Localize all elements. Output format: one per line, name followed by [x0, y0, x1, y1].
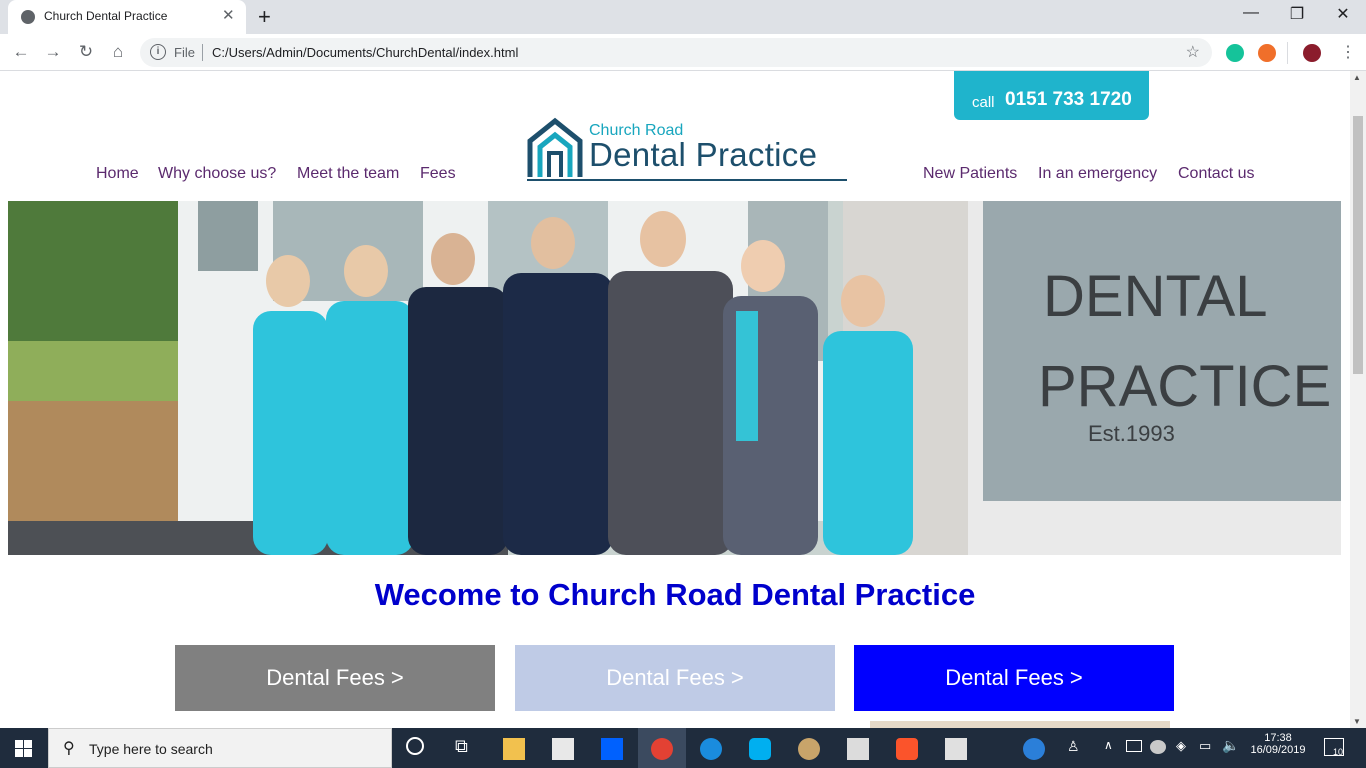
notifications-icon[interactable]: 10 — [1324, 738, 1344, 757]
tray-chevron-icon[interactable]: ∧ — [1104, 738, 1113, 752]
globe-icon — [21, 10, 35, 24]
home-icon[interactable]: ⌂ — [107, 42, 129, 62]
toolbar-divider — [1287, 42, 1288, 64]
file-explorer-icon[interactable] — [503, 738, 525, 760]
info-icon[interactable]: i — [150, 44, 166, 60]
back-icon[interactable]: ← — [10, 42, 32, 62]
reload-icon[interactable]: ↻ — [75, 42, 97, 62]
call-banner[interactable]: call 0151 733 1720 — [954, 71, 1149, 120]
dental-fees-button-grey[interactable]: Dental Fees > — [175, 645, 495, 711]
search-placeholder: Type here to search — [89, 741, 213, 757]
task-view-icon[interactable]: ⧉ — [455, 736, 468, 757]
photos-icon[interactable] — [945, 738, 967, 760]
new-tab-icon[interactable]: + — [258, 4, 271, 30]
scrollbar-thumb[interactable] — [1353, 116, 1363, 374]
dental-fees-button-blue[interactable]: Dental Fees > — [854, 645, 1174, 711]
close-tab-icon[interactable]: ✕ — [222, 6, 235, 24]
bookmark-star-icon[interactable]: ☆ — [1186, 42, 1200, 62]
call-label: call — [972, 94, 995, 111]
web-page: call 0151 733 1720 Church Road Dental Pr… — [0, 71, 1350, 728]
skype-icon[interactable] — [749, 738, 771, 760]
hero-sign-text-3: Est.1993 — [1088, 421, 1175, 446]
battery-icon[interactable] — [1126, 740, 1142, 752]
edge-icon[interactable] — [700, 738, 722, 760]
logo-underline — [527, 179, 847, 181]
close-window-icon[interactable]: ✕ — [1320, 4, 1366, 24]
scroll-up-icon[interactable]: ▲ — [1353, 73, 1361, 82]
nav-fees[interactable]: Fees — [420, 165, 456, 183]
phone-number: 0151 733 1720 — [1005, 89, 1132, 110]
nav-in-an-emergency[interactable]: In an emergency — [1038, 165, 1157, 183]
network-icon[interactable]: ▭ — [1199, 738, 1211, 754]
dropbox-icon[interactable] — [601, 738, 623, 760]
profile-avatar[interactable] — [1303, 44, 1321, 62]
address-bar[interactable]: i File C:/Users/Admin/Documents/ChurchDe… — [140, 38, 1212, 67]
grammarly-extension-icon[interactable] — [1226, 44, 1244, 62]
paint-icon[interactable] — [798, 738, 820, 760]
vpn-icon[interactable] — [1150, 740, 1166, 754]
clock-time: 17:38 — [1264, 732, 1292, 744]
menu-kebab-icon[interactable]: ⋮ — [1340, 42, 1356, 62]
search-icon: ⚲ — [63, 740, 75, 757]
browser-tab[interactable]: Church Dental Practice ✕ — [8, 0, 246, 34]
omnibox-divider — [202, 44, 203, 61]
hero-team-photo: DENTAL PRACTICE Est.1993 — [8, 201, 1341, 555]
forward-icon[interactable]: → — [42, 42, 64, 62]
mail-icon[interactable] — [847, 738, 869, 760]
scroll-down-icon[interactable]: ▼ — [1353, 717, 1361, 726]
notification-count: 10 — [1332, 747, 1343, 757]
nav-contact-us[interactable]: Contact us — [1178, 165, 1254, 183]
url-scheme-label: File — [174, 45, 195, 60]
taskbar-search-box[interactable]: ⚲ Type here to search — [48, 728, 392, 768]
house-logo-icon — [527, 117, 583, 177]
partial-image-below — [870, 721, 1170, 728]
clock-date: 16/09/2019 — [1250, 744, 1306, 756]
nav-why-choose-us[interactable]: Why choose us? — [158, 165, 276, 183]
nav-meet-the-team[interactable]: Meet the team — [297, 165, 399, 183]
dental-fees-button-light[interactable]: Dental Fees > — [515, 645, 835, 711]
nav-home[interactable]: Home — [96, 165, 139, 183]
chrome-icon[interactable] — [651, 738, 673, 760]
logo-title: Dental Practice — [589, 136, 818, 173]
windows-start-icon[interactable] — [15, 740, 32, 757]
dropbox-tray-icon[interactable]: ◈ — [1176, 738, 1186, 754]
people-icon[interactable]: ♙ — [1067, 738, 1080, 755]
help-icon[interactable] — [1023, 738, 1045, 760]
volume-icon[interactable]: 🔈 — [1222, 737, 1239, 754]
windows-taskbar: ⚲ Type here to search ⧉ ♙ ∧ ◈ ▭ 🔈 17:38 … — [0, 728, 1366, 768]
tab-title: Church Dental Practice — [44, 9, 168, 23]
browser-toolbar: ← → ↻ ⌂ i File C:/Users/Admin/Documents/… — [0, 34, 1366, 71]
nav-new-patients[interactable]: New Patients — [923, 165, 1017, 183]
url-text[interactable]: C:/Users/Admin/Documents/ChurchDental/in… — [212, 45, 518, 60]
store-icon[interactable] — [552, 738, 574, 760]
minimize-icon[interactable]: — — [1228, 4, 1274, 22]
welcome-heading: Wecome to Church Road Dental Practice — [374, 577, 976, 612]
hero-sign-text-2: PRACTICE — [1038, 354, 1331, 419]
extension-icon[interactable] — [1258, 44, 1276, 62]
system-clock[interactable]: 17:38 16/09/2019 — [1246, 732, 1310, 756]
brave-icon[interactable] — [896, 738, 918, 760]
browser-tab-strip: Church Dental Practice ✕ + — ❐ ✕ — [0, 0, 1366, 34]
restore-icon[interactable]: ❐ — [1274, 4, 1320, 24]
hero-sign-text: DENTAL — [1043, 264, 1268, 329]
page-scrollbar[interactable]: ▲ ▼ — [1350, 71, 1366, 728]
site-logo[interactable]: Church Road Dental Practice — [527, 117, 857, 183]
cortana-icon[interactable] — [406, 737, 424, 755]
